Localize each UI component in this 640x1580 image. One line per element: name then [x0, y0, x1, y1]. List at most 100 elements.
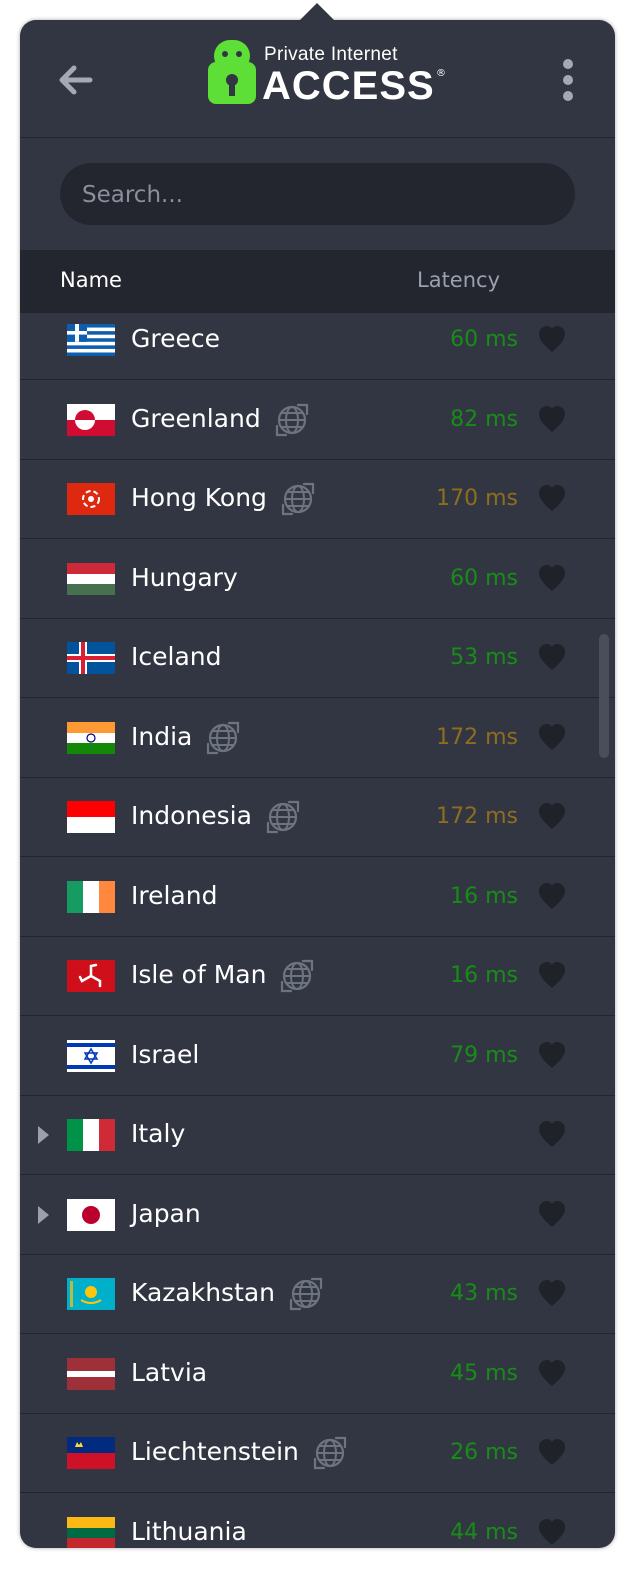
search-input[interactable]: [80, 163, 564, 227]
brand-name-small: Private Internet: [264, 44, 398, 65]
triangle-right-icon[interactable]: [38, 1205, 49, 1224]
heart-icon[interactable]: [537, 643, 567, 671]
flag-lithuania-icon: [67, 1516, 115, 1548]
geo-globe-icon: [275, 403, 309, 437]
flag-iceland-icon: [67, 642, 115, 674]
heart-icon[interactable]: [537, 961, 567, 989]
column-header: Name Latency: [20, 250, 615, 313]
heart-icon[interactable]: [537, 405, 567, 433]
region-row[interactable]: Japan: [20, 1175, 615, 1255]
latency-value: 60 ms: [450, 565, 518, 591]
region-name: Isle of Man: [131, 960, 267, 989]
heart-icon[interactable]: [537, 1438, 567, 1466]
flag-greenland-icon: [67, 403, 115, 436]
flag-hungary-icon: [67, 562, 115, 595]
region-row[interactable]: Italy: [20, 1095, 615, 1175]
latency-value: 16 ms: [450, 963, 518, 988]
menu-button[interactable]: [550, 56, 586, 104]
region-name: Lithuania: [131, 1516, 247, 1546]
heart-icon[interactable]: [537, 1200, 567, 1228]
geo-globe-icon: [281, 482, 315, 516]
region-name: Ireland: [131, 880, 218, 910]
region-row[interactable]: Liechtenstein 26 ms: [20, 1413, 615, 1493]
region-name: Latvia: [131, 1357, 208, 1387]
flag-israel-icon: [67, 1039, 115, 1072]
region-name: India: [131, 721, 193, 751]
app-window: Private Internet ACCESS ® Name Latency G…: [20, 20, 615, 1548]
column-name-header[interactable]: Name: [60, 268, 122, 292]
arrow-left-icon: [59, 65, 93, 95]
region-row[interactable]: Lithuania 44 ms: [20, 1493, 615, 1548]
geo-globe-icon: [206, 721, 240, 755]
search-box: [60, 163, 575, 227]
geo-globe-icon: [289, 1277, 323, 1311]
region-name: Kazakhstan: [131, 1278, 276, 1307]
region-name: Greece: [131, 324, 220, 353]
flag-india-icon: [67, 721, 115, 754]
region-name: Italy: [131, 1119, 186, 1148]
region-row[interactable]: Iceland 53 ms: [20, 618, 615, 698]
heart-icon[interactable]: [537, 1518, 567, 1546]
heart-icon[interactable]: [537, 882, 567, 910]
region-row[interactable]: Isle of Man 16 ms: [20, 936, 615, 1016]
flag-greece-icon: [67, 324, 115, 356]
registered-mark: ®: [436, 68, 446, 79]
geo-globe-icon: [266, 800, 300, 834]
region-name: Liechtenstein: [131, 1437, 299, 1466]
heart-icon[interactable]: [537, 1279, 567, 1307]
flag-hongkong-icon: [67, 483, 115, 515]
region-row[interactable]: India 172 ms: [20, 698, 615, 778]
region-name: Greenland: [131, 403, 261, 433]
region-name: Japan: [131, 1198, 201, 1228]
flag-japan-icon: [67, 1198, 115, 1231]
triangle-right-icon[interactable]: [38, 1126, 49, 1144]
region-row[interactable]: Latvia 45 ms: [20, 1334, 615, 1414]
latency-value: 172 ms: [436, 804, 518, 829]
flag-liechtenstein-icon: [67, 1437, 115, 1469]
latency-value: 45 ms: [450, 1360, 518, 1386]
padlock-robot-icon: [208, 40, 256, 104]
region-row[interactable]: Indonesia 172 ms: [20, 777, 615, 857]
flag-ireland-icon: [67, 880, 115, 913]
latency-value: 82 ms: [450, 406, 518, 432]
region-row[interactable]: Ireland 16 ms: [20, 857, 615, 937]
heart-icon[interactable]: [537, 1359, 567, 1387]
latency-value: 172 ms: [436, 724, 518, 750]
scrollbar-thumb[interactable]: [599, 634, 609, 758]
latency-value: 43 ms: [450, 1281, 518, 1306]
heart-icon[interactable]: [537, 484, 567, 512]
latency-value: 79 ms: [450, 1042, 518, 1068]
region-row[interactable]: Kazakhstan 43 ms: [20, 1254, 615, 1334]
latency-value: 170 ms: [436, 486, 518, 511]
region-name: Hungary: [131, 562, 238, 592]
region-row[interactable]: Greece 60 ms: [20, 313, 615, 380]
popup-pointer: [299, 3, 335, 21]
heart-icon[interactable]: [537, 325, 567, 353]
latency-value: 16 ms: [450, 883, 518, 909]
latency-value: 44 ms: [450, 1519, 518, 1545]
flag-indonesia-icon: [67, 801, 115, 833]
heart-icon[interactable]: [537, 802, 567, 830]
region-row[interactable]: Greenland 82 ms: [20, 380, 615, 460]
latency-value: 26 ms: [450, 1440, 518, 1465]
back-button[interactable]: [52, 56, 100, 104]
region-name: Indonesia: [131, 801, 252, 830]
flag-kazakhstan-icon: [67, 1278, 115, 1310]
flag-italy-icon: [67, 1119, 115, 1151]
region-name: Israel: [131, 1039, 200, 1069]
region-name: Hong Kong: [131, 483, 267, 512]
region-row[interactable]: Israel 79 ms: [20, 1016, 615, 1096]
heart-icon[interactable]: [537, 1120, 567, 1148]
kebab-menu-icon: [563, 59, 573, 101]
brand-logo: Private Internet ACCESS ®: [206, 38, 446, 108]
column-latency-header[interactable]: Latency: [417, 268, 500, 292]
geo-globe-icon: [313, 1436, 347, 1470]
region-list[interactable]: Greece 60 ms Greenland 82 ms Hong Kong 170 ms…: [20, 313, 615, 1548]
brand-name-big: ACCESS: [262, 64, 435, 108]
latency-value: 53 ms: [450, 645, 518, 670]
region-row[interactable]: Hungary 60 ms: [20, 539, 615, 619]
heart-icon[interactable]: [537, 1041, 567, 1069]
heart-icon[interactable]: [537, 564, 567, 592]
region-row[interactable]: Hong Kong 170 ms: [20, 459, 615, 539]
heart-icon[interactable]: [537, 723, 567, 751]
